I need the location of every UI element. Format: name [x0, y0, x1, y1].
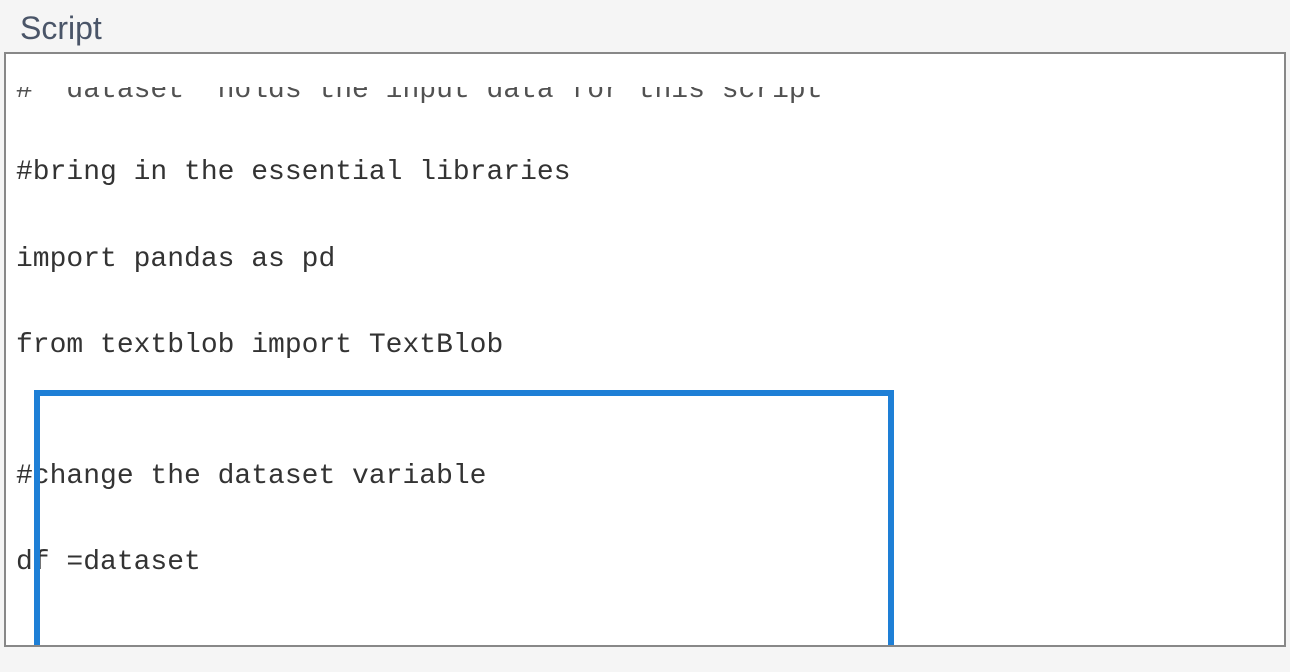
code-line-partial: # dataset holds the input data for this … [16, 87, 1274, 107]
code-line: df =dataset [16, 541, 1274, 584]
code-line: from textblob import TextBlob [16, 324, 1274, 367]
code-editor[interactable]: # dataset holds the input data for this … [6, 54, 1284, 647]
code-line: #bring in the essential libraries [16, 151, 1274, 194]
code-editor-container: # dataset holds the input data for this … [4, 52, 1286, 647]
script-panel-title: Script [0, 0, 1290, 52]
code-line: #change the dataset variable [16, 455, 1274, 498]
code-line: import pandas as pd [16, 238, 1274, 281]
